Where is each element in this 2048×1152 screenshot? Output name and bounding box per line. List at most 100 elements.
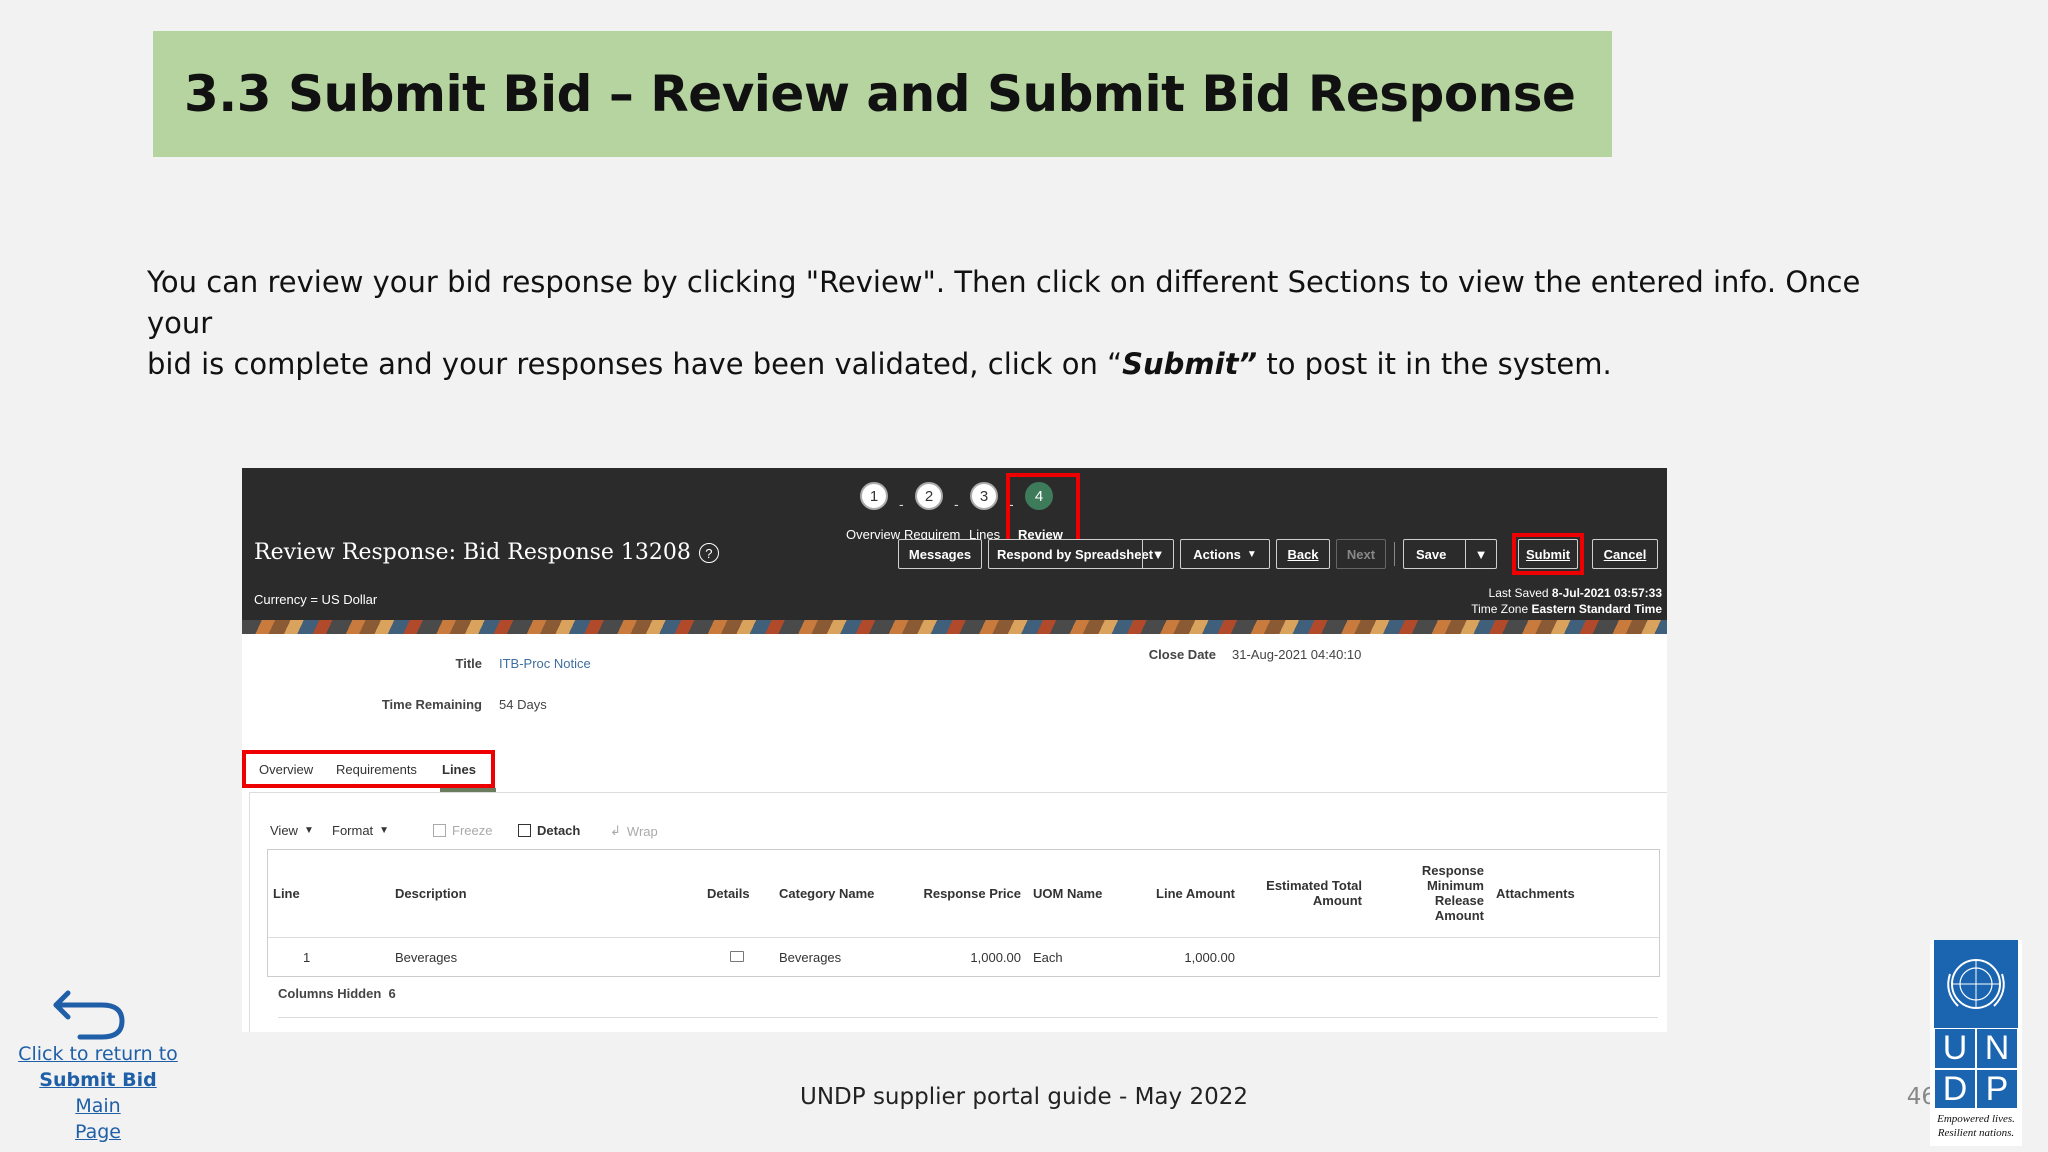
details-icon[interactable] <box>730 950 744 962</box>
col-response-minimum-line1: Response <box>1421 863 1484 878</box>
train-label-overview[interactable]: Overview <box>846 527 900 542</box>
return-to-main-page-link[interactable]: Click to return to Submit Bid Main Page <box>14 985 182 1145</box>
messages-button[interactable]: Messages <box>898 539 982 569</box>
save-button[interactable]: Save ▼ <box>1403 539 1497 569</box>
chevron-down-icon[interactable]: ▼ <box>1465 540 1496 568</box>
train-step-2[interactable]: 2 <box>915 482 943 510</box>
undp-letter-p: P <box>1976 1069 2018 1110</box>
col-line[interactable]: Line <box>267 849 389 938</box>
col-estimated-total-line1: Estimated Total <box>1266 878 1362 893</box>
col-category[interactable]: Category Name <box>773 849 905 938</box>
detach-icon <box>518 824 531 837</box>
help-icon[interactable]: ? <box>698 543 719 563</box>
col-line-amount[interactable]: Line Amount <box>1134 849 1241 938</box>
cancel-label: Cancel <box>1603 546 1647 562</box>
page-title-text: Review Response: Bid Response 13208 <box>254 540 691 565</box>
col-uom[interactable]: UOM Name <box>1027 849 1134 938</box>
columns-hidden-info: Columns Hidden 6 <box>278 986 396 1001</box>
intro-line-2: bid is complete and your responses have … <box>147 344 1907 385</box>
cell-line: 1 <box>267 937 389 977</box>
next-button[interactable]: Next <box>1336 539 1386 569</box>
title-label: Title <box>455 656 483 671</box>
back-button[interactable]: Back <box>1276 539 1330 569</box>
wrap-icon: ↲ <box>610 823 621 838</box>
last-saved-info: Last Saved 8-Jul-2021 03:57:33 Time Zone… <box>1471 585 1662 617</box>
col-response-price[interactable]: Response Price <box>905 849 1027 938</box>
toolbar-divider <box>1394 542 1395 566</box>
time-zone-value: Eastern Standard Time <box>1531 602 1663 616</box>
page-title: Review Response: Bid Response 13208? <box>254 540 719 565</box>
col-response-minimum-line3: Release <box>1434 893 1484 908</box>
format-label: Format <box>332 823 374 838</box>
view-label: View <box>270 823 298 838</box>
chevron-down-icon: ▼ <box>1246 548 1257 560</box>
col-response-minimum-line2: Minimum <box>1426 878 1484 893</box>
actions-label: Actions <box>1193 546 1241 562</box>
undp-tagline: Empowered lives. Resilient nations. <box>1930 1112 2022 1140</box>
table-header-row: Line Description Details Category Name R… <box>267 849 1660 938</box>
col-details[interactable]: Details <box>701 849 773 938</box>
intro-line-2-end: to post it in the system. <box>1257 347 1612 381</box>
cell-line-amount: 1,000.00 <box>1134 937 1241 977</box>
cell-uom: Each <box>1027 937 1134 977</box>
slide-title: 3.3 Submit Bid – Review and Submit Bid R… <box>184 65 1576 123</box>
table-row[interactable]: 1 Beverages Beverages 1,000.00 Each 1,00… <box>267 937 1660 977</box>
slide-footer: UNDP supplier portal guide - May 2022 <box>800 1084 1248 1110</box>
columns-hidden-value: 6 <box>388 986 396 1001</box>
cell-details <box>701 937 773 977</box>
return-arrow-icon <box>53 990 125 1040</box>
detach-button[interactable]: Detach <box>518 823 580 838</box>
review-highlight-box <box>1006 473 1080 543</box>
actions-menu-button[interactable]: Actions ▼ <box>1180 539 1270 569</box>
chevron-down-icon: ▼ <box>303 825 314 836</box>
time-zone-label: Time Zone <box>1471 602 1529 616</box>
detach-label: Detach <box>537 823 581 838</box>
freeze-label: Freeze <box>452 823 493 838</box>
panel-divider <box>278 1017 1658 1018</box>
col-estimated-total[interactable]: Estimated Total Amount <box>1241 849 1368 938</box>
last-saved-label: Last Saved <box>1488 586 1549 600</box>
cell-category: Beverages <box>773 937 905 977</box>
freeze-button[interactable]: Freeze <box>433 823 492 838</box>
col-attachments[interactable]: Attachments <box>1490 849 1660 938</box>
undp-letter-u: U <box>1934 1028 1976 1069</box>
undp-logo: U N D P Empowered lives. Resilient natio… <box>1930 940 2022 1146</box>
return-link-line3: Page <box>75 1121 121 1143</box>
undp-letter-n: N <box>1976 1028 2018 1069</box>
cancel-button[interactable]: Cancel <box>1592 539 1658 569</box>
undp-tagline-2: Resilient nations. <box>1937 1127 2015 1139</box>
lines-panel: View ▼ Format ▼ Freeze Detach ↲ Wrap Line D… <box>249 792 1667 1032</box>
format-menu[interactable]: Format ▼ <box>332 823 389 838</box>
app-header: 1 - 2 - 3 - 4 Overview Requirem Lines Re… <box>242 468 1667 620</box>
currency-label: Currency = US Dollar <box>254 592 378 607</box>
close-date-label: Close Date <box>1148 647 1216 662</box>
intro-line-1: You can review your bid response by clic… <box>147 265 1861 340</box>
train-step-3[interactable]: 3 <box>970 482 998 510</box>
intro-submit-emphasis: Submit” <box>1122 347 1258 381</box>
train-separator: - <box>899 496 904 512</box>
col-description[interactable]: Description <box>389 849 701 938</box>
process-train: 1 - 2 - 3 - 4 Overview Requirem Lines Re… <box>242 473 1667 546</box>
col-response-minimum[interactable]: Response Minimum Release Amount <box>1368 849 1490 938</box>
time-remaining-label: Time Remaining <box>381 697 482 712</box>
col-response-minimum-line4: Amount <box>1434 908 1484 923</box>
lines-table: Line Description Details Category Name R… <box>267 849 1660 977</box>
chevron-down-icon[interactable]: ▼ <box>1142 540 1173 568</box>
undp-letter-d: D <box>1934 1069 1976 1110</box>
respond-by-spreadsheet-button[interactable]: Respond by Spreadsheet ▼ <box>988 539 1174 569</box>
freeze-icon <box>433 824 446 837</box>
cell-description: Beverages <box>389 937 701 977</box>
cell-response-minimum <box>1368 937 1490 977</box>
wrap-button[interactable]: ↲ Wrap <box>610 823 658 839</box>
next-label: Next <box>1346 546 1376 562</box>
intro-paragraph: You can review your bid response by clic… <box>147 262 1907 385</box>
intro-line-2-start: bid is complete and your responses have … <box>147 347 1123 381</box>
col-estimated-total-line2: Amount <box>1312 893 1362 908</box>
close-date-value: 31-Aug-2021 04:40:10 <box>1232 647 1362 662</box>
respond-by-spreadsheet-label: Respond by Spreadsheet <box>997 546 1154 562</box>
title-value-link[interactable]: ITB-Proc Notice <box>499 656 591 671</box>
decorative-banner-strip <box>242 620 1667 634</box>
view-menu[interactable]: View ▼ <box>270 823 314 838</box>
cell-attachments <box>1490 937 1660 977</box>
train-step-1[interactable]: 1 <box>860 482 888 510</box>
